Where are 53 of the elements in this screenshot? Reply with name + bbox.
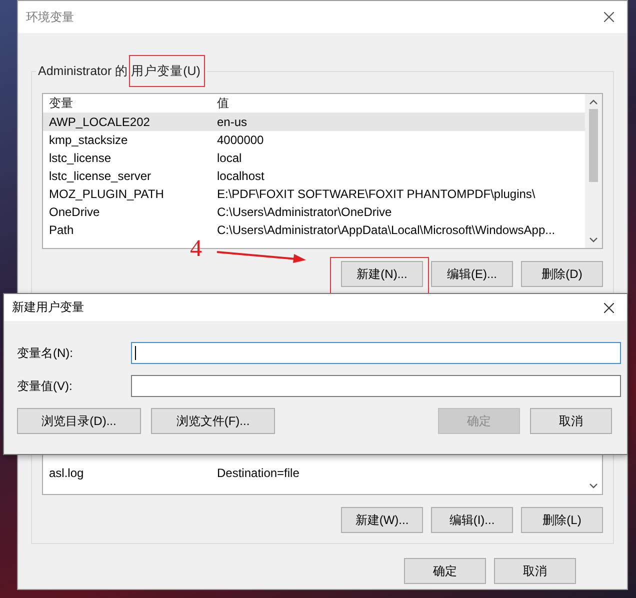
variable-value: 4000000 [216,133,264,147]
variable-name: lstc_license [48,151,112,165]
scroll-down-icon[interactable] [589,237,598,243]
dialog-button[interactable]: 新建(N)... [341,261,423,287]
field-label: 变量值(V): [17,378,74,394]
variable-name: AWP_LOCALE202 [48,115,151,129]
list-row[interactable]: OneDrive C:\Users\Administrator\OneDrive [43,203,585,221]
group-label-highlight: 用户变量(U) [131,64,200,78]
scroll-down-icon[interactable] [589,483,598,489]
scrollbar[interactable] [585,94,602,248]
variable-value: C:\Users\Administrator\OneDrive [216,205,392,219]
dialog-button[interactable]: 取消 [530,408,612,434]
close-icon [604,12,614,22]
scroll-up-icon[interactable] [589,99,598,105]
variable-name: MOZ_PLUGIN_PATH [48,187,165,201]
column-header[interactable]: 变量 [43,94,213,112]
window-title: 新建用户变量 [12,299,84,316]
column-header[interactable]: 值 [213,94,229,112]
close-icon [604,302,614,312]
variable-name: kmp_stacksize [48,133,129,147]
dialog-button[interactable]: 取消 [494,558,576,584]
variable-value: localhost [216,169,264,183]
dialog-button[interactable]: 新建(W)... [341,507,423,533]
field-label: 变量名(N): [17,344,74,362]
variable-value: en-us [216,115,248,129]
variable-value: C:\Users\Administrator\AppData\Local\Microsoft\WindowsApp... [216,223,556,237]
dialog-button[interactable]: 编辑(I)... [431,507,513,533]
dialog-button[interactable]: 删除(D) [521,261,603,287]
step-number: 4 [190,236,202,263]
variable-value: E:\PDF\FOXIT SOFTWARE\FOXIT PHANTOMPDF\plugins\ [216,187,536,201]
list-row[interactable]: kmp_stacksize 4000000 [43,131,585,149]
window-title: 环境变量 [26,8,74,26]
variable-name: OneDrive [48,205,101,219]
list-row[interactable]: lstc_license local [43,149,585,167]
browse-button[interactable]: 浏览目录(D)... [17,408,141,434]
list-row[interactable]: lstc_license_server localhost [43,167,585,185]
input-field[interactable] [131,375,621,397]
variable-name: lstc_license_server [48,169,152,183]
dialog-button[interactable]: 确定 [404,558,486,584]
group-label: Administrator 的 [38,64,128,78]
variable-value: Destination=file [216,466,300,480]
list-row[interactable]: AWP_LOCALE202 en-us [43,113,585,131]
variable-value: local [216,151,242,165]
input-field[interactable] [131,342,621,364]
dialog-button[interactable]: 编辑(E)... [431,261,513,287]
browse-button[interactable]: 浏览文件(F)... [151,408,275,434]
variable-name: Path [48,223,75,237]
list-row[interactable]: Path C:\Users\Administrator\AppData\Local\Microsoft\WindowsApp... [43,221,585,239]
scroll-thumb[interactable] [589,109,598,182]
list-row[interactable]: asl.log Destination=file [43,464,585,482]
variable-name: asl.log [48,466,85,480]
dialog-button[interactable]: 删除(L) [521,507,603,533]
list-row[interactable]: MOZ_PLUGIN_PATH E:\PDF\FOXIT SOFTWARE\FOXIT PHANTOMPDF\plugins\ [43,185,585,203]
